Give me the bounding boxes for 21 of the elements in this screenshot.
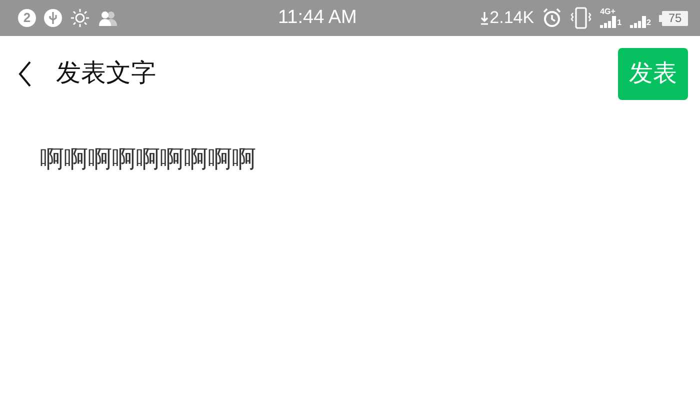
battery-tip-icon xyxy=(659,14,662,22)
network-type: 4G+ xyxy=(600,8,616,16)
sim-slot: 1 xyxy=(617,19,622,27)
back-icon xyxy=(18,61,32,87)
notification-badge: 2 xyxy=(18,9,36,27)
download-icon xyxy=(480,10,489,26)
network-speed: 2.14K xyxy=(490,7,534,30)
page-title: 发表文字 xyxy=(56,58,156,90)
sim-slot: 2 xyxy=(646,19,651,27)
battery-level: 75 xyxy=(662,10,688,26)
back-button[interactable] xyxy=(18,61,32,87)
signal-icon xyxy=(600,16,616,28)
post-text: 啊啊啊啊啊啊啊啊啊 xyxy=(39,145,257,175)
publish-button[interactable]: 发表 xyxy=(618,48,688,100)
signal-icon xyxy=(630,16,646,28)
contacts-icon xyxy=(98,10,118,26)
alarm-icon xyxy=(542,8,562,28)
vibrate-icon xyxy=(570,7,592,29)
usb-icon xyxy=(44,9,62,27)
clock-time: 11:44 AM xyxy=(278,6,357,30)
brightness-icon xyxy=(70,8,90,28)
